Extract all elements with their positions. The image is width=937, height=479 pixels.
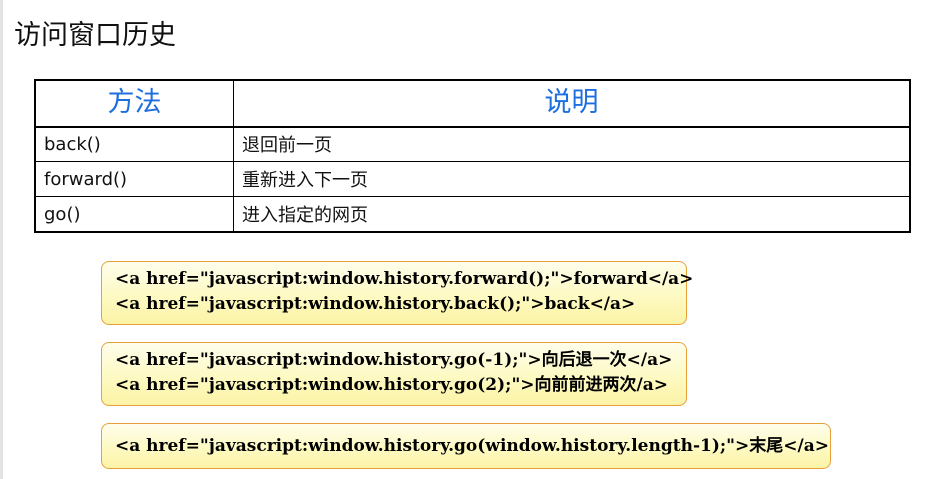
method-cell: go(): [35, 196, 234, 232]
code-line: <a href="javascript:window.history.go(wi…: [115, 436, 829, 456]
table-header-row: 方法 说明: [35, 80, 910, 128]
header-description: 说明: [233, 80, 910, 128]
page-title: 访问窗口历史: [14, 20, 176, 51]
methods-table: 方法 说明 back() 退回前一页 forward() 重新进入下一页 go(…: [34, 79, 911, 233]
code-example-go: <a href="javascript:window.history.go(-1…: [101, 342, 687, 406]
description-cell: 进入指定的网页: [233, 196, 910, 232]
method-cell: forward(): [35, 161, 234, 197]
table-row: go() 进入指定的网页: [35, 196, 910, 232]
description-cell: 退回前一页: [233, 126, 910, 162]
code-example-forward-back: <a href="javascript:window.history.forwa…: [101, 261, 694, 325]
code-line: <a href="javascript:window.history.go(2)…: [115, 375, 669, 395]
table-row: forward() 重新进入下一页: [35, 161, 910, 197]
code-line: <a href="javascript:window.history.forwa…: [115, 269, 694, 289]
code-line: <a href="javascript:window.history.go(-1…: [115, 350, 673, 370]
slide-left-edge: [0, 0, 3, 479]
code-example-go-last: <a href="javascript:window.history.go(wi…: [101, 423, 831, 469]
header-method: 方法: [35, 80, 234, 128]
table-row: back() 退回前一页: [35, 126, 910, 162]
code-line: <a href="javascript:window.history.back(…: [115, 294, 636, 314]
description-cell: 重新进入下一页: [233, 161, 910, 197]
method-cell: back(): [35, 126, 234, 162]
